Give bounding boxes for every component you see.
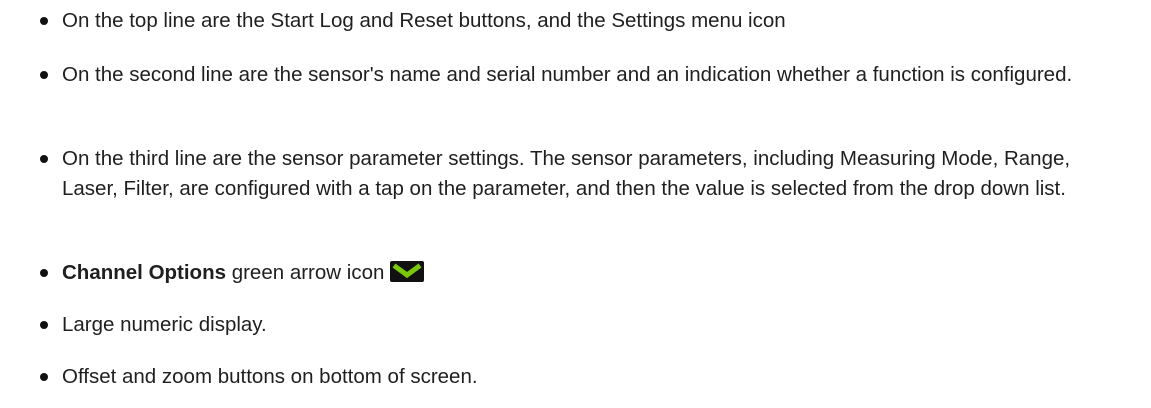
- list-item-text: On the third line are the sensor paramet…: [62, 147, 1071, 200]
- list-item: Large numeric display.: [40, 310, 1120, 340]
- list-item: On the third line are the sensor paramet…: [40, 144, 1120, 204]
- list-item: On the second line are the sensor's name…: [40, 60, 1120, 90]
- document-page: On the top line are the Start Log and Re…: [0, 0, 1151, 408]
- list-item: On the top line are the Start Log and Re…: [40, 6, 1120, 36]
- bullet-icon: [40, 71, 48, 79]
- list-item: Offset and zoom buttons on bottom of scr…: [40, 362, 1120, 392]
- bullet-icon: [40, 321, 48, 329]
- list-item-text: On the top line are the Start Log and Re…: [62, 9, 786, 32]
- list-item-text-container: Channel Options green arrow icon: [62, 258, 1120, 288]
- bullet-icon: [40, 373, 48, 381]
- green-chevron-down-icon: [390, 261, 425, 282]
- bullet-icon: [40, 17, 48, 25]
- list-item-text: Offset and zoom buttons on bottom of scr…: [62, 365, 478, 388]
- list-item-text: green arrow icon: [226, 261, 385, 284]
- channel-options-label: Channel Options: [62, 261, 226, 284]
- bullet-icon: [40, 155, 48, 163]
- list-item-text: Large numeric display.: [62, 313, 267, 336]
- list-item: Channel Options green arrow icon: [40, 258, 1120, 288]
- bullet-icon: [40, 269, 48, 277]
- list-item-text: On the second line are the sensor's name…: [62, 63, 1073, 86]
